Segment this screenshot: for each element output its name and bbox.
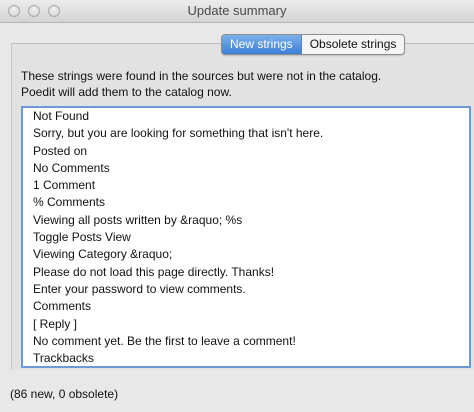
list-item[interactable]: Toggle Posts View [23, 229, 469, 246]
list-item[interactable]: No Comments [23, 160, 469, 177]
list-item[interactable]: Trackbacks [23, 350, 469, 366]
description-line-1: These strings were found in the sources … [21, 69, 382, 83]
list-item[interactable]: Posted on [23, 143, 469, 160]
list-item[interactable]: Viewing Category &raquo; [23, 246, 469, 263]
new-strings-list[interactable]: Not Found Sorry, but you are looking for … [21, 106, 471, 368]
window-titlebar: Update summary [0, 0, 474, 23]
description-line-2: Poedit will add them to the catalog now. [21, 85, 232, 99]
list-item[interactable]: 1 Comment [23, 177, 469, 194]
list-item[interactable]: Sorry, but you are looking for something… [23, 125, 469, 142]
window-title: Update summary [187, 3, 287, 18]
list-item[interactable]: Please do not load this page directly. T… [23, 264, 469, 281]
tab-obsolete-strings[interactable]: Obsolete strings [302, 35, 405, 54]
list-item[interactable]: % Comments [23, 194, 469, 211]
list-item[interactable]: Not Found [23, 108, 469, 125]
tab-bar: New strings Obsolete strings [221, 34, 406, 55]
status-summary: (86 new, 0 obsolete) [10, 387, 119, 401]
tab-new-strings[interactable]: New strings [222, 35, 302, 54]
list-item[interactable]: [ Reply ] [23, 316, 469, 333]
list-item[interactable]: Comments [23, 298, 469, 315]
list-item[interactable]: No comment yet. Be the first to leave a … [23, 333, 469, 350]
list-item[interactable]: Enter your password to view comments. [23, 281, 469, 298]
list-item[interactable]: Viewing all posts written by &raquo; %s [23, 212, 469, 229]
description: These strings were found in the sources … [21, 68, 461, 100]
